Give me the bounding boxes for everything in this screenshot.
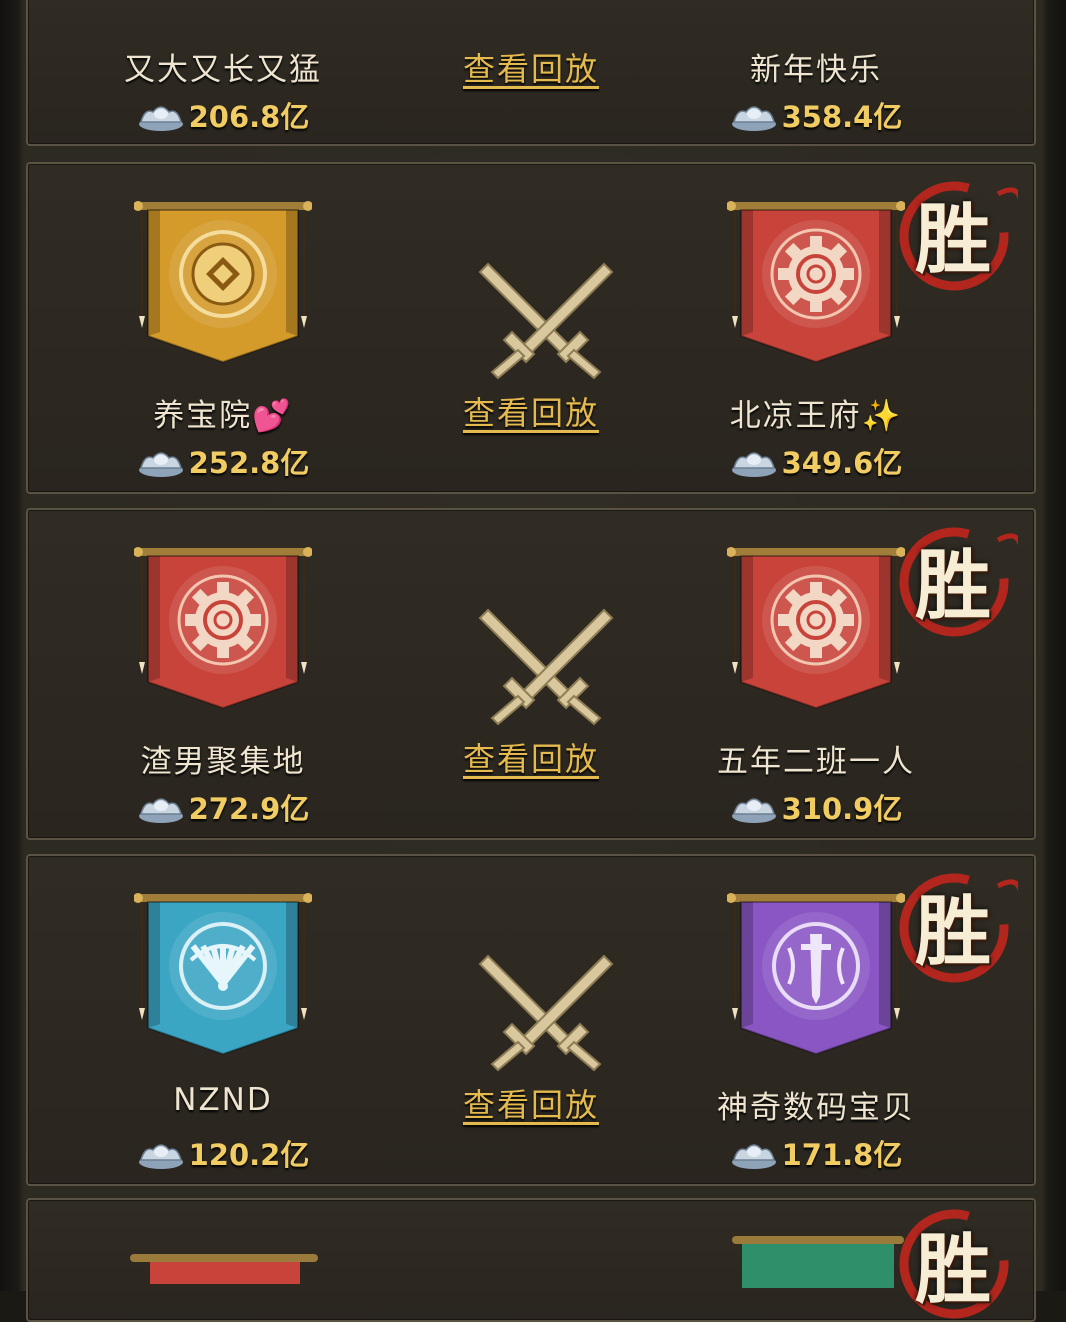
team-amount: 310.9亿: [686, 786, 946, 828]
team-name: 渣男聚集地: [140, 744, 306, 780]
silver-ingot-icon: [137, 1136, 185, 1170]
team-banner-gear[interactable]: [134, 542, 312, 712]
silver-ingot-icon: [137, 98, 185, 132]
silver-ingot-icon: [730, 790, 778, 824]
team-amount: 252.8亿: [93, 440, 353, 482]
winner-badge: 胜: [888, 520, 1018, 640]
match-card: 渣男聚集地 272.9亿 查看回放 五年二班一人 310.9亿 胜: [26, 508, 1036, 840]
team-name: NZND: [173, 1082, 273, 1118]
team-banner-coin[interactable]: [134, 196, 312, 366]
team-name: 养宝院💕: [153, 398, 293, 434]
team-amount: 272.9亿: [93, 786, 353, 828]
silver-ingot-icon: [137, 444, 185, 478]
team-name: 北凉王府✨: [729, 398, 903, 434]
silver-ingot-icon: [730, 1136, 778, 1170]
match-center: 查看回放: [431, 856, 631, 1184]
crossed-swords-icon: [476, 256, 616, 386]
team-banner-sword[interactable]: [727, 888, 905, 1058]
silver-ingot-icon: [730, 444, 778, 478]
match-center: 查看回放: [431, 510, 631, 838]
winner-badge: 胜: [888, 866, 1018, 986]
team-name: 新年快乐: [750, 52, 882, 88]
winner-badge: 胜: [888, 1204, 1018, 1320]
team-amount: 206.8亿: [93, 94, 353, 136]
team-amount: 358.4亿: [686, 94, 946, 136]
match-card-partial-top: 又大又长又猛 206.8亿 查看回放 新年快乐 358.4亿: [26, 0, 1036, 146]
team-amount: 171.8亿: [686, 1132, 946, 1174]
team-amount: 120.2亿: [93, 1132, 353, 1174]
match-card: 养宝院💕 252.8亿 查看回放 北凉王府✨ 349.6亿 胜: [26, 162, 1036, 494]
team-left[interactable]: 养宝院💕 252.8亿: [93, 164, 353, 492]
team-name: 又大又长又猛: [124, 52, 322, 88]
team-banner-left[interactable]: [124, 1244, 324, 1284]
replay-link[interactable]: 查看回放: [431, 1080, 631, 1126]
replay-link[interactable]: 查看回放: [431, 44, 631, 90]
silver-ingot-icon: [137, 790, 185, 824]
crossed-swords-icon: [476, 948, 616, 1078]
team-name: 神奇数码宝贝: [717, 1090, 915, 1126]
replay-link[interactable]: 查看回放: [431, 388, 631, 434]
match-card: NZND 120.2亿 查看回放 神奇数码宝贝 171.8亿 胜: [26, 854, 1036, 1186]
team-amount: 349.6亿: [686, 440, 946, 482]
team-left[interactable]: NZND 120.2亿: [93, 856, 353, 1184]
team-banner-gear[interactable]: [727, 196, 905, 366]
silver-ingot-icon: [730, 98, 778, 132]
replay-link[interactable]: 查看回放: [431, 734, 631, 780]
winner-badge: 胜: [888, 174, 1018, 294]
team-banner-gear[interactable]: [727, 542, 905, 712]
team-left[interactable]: 渣男聚集地 272.9亿: [93, 510, 353, 838]
team-banner-fan[interactable]: [134, 888, 312, 1058]
crossed-swords-icon: [476, 602, 616, 732]
match-card-partial-bottom: 胜: [26, 1198, 1036, 1322]
team-banner-right[interactable]: [728, 1228, 908, 1288]
team-name: 五年二班一人: [717, 744, 915, 780]
match-center: 查看回放: [431, 164, 631, 492]
